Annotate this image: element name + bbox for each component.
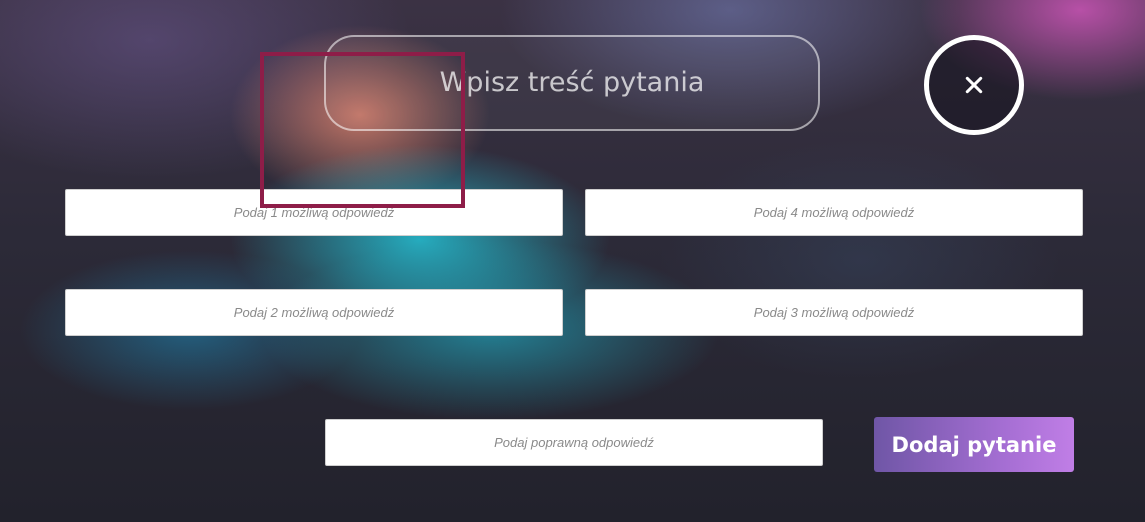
add-question-button[interactable]: Dodaj pytanie xyxy=(874,417,1074,472)
close-icon xyxy=(963,74,985,96)
answer-1-input[interactable] xyxy=(65,189,563,236)
close-button[interactable] xyxy=(924,35,1024,135)
correct-answer-input[interactable] xyxy=(325,419,823,466)
question-text-field[interactable]: Wpisz treść pytania xyxy=(324,35,820,131)
answer-4-input[interactable] xyxy=(585,189,1083,236)
answer-2-input[interactable] xyxy=(65,289,563,336)
answer-3-input[interactable] xyxy=(585,289,1083,336)
